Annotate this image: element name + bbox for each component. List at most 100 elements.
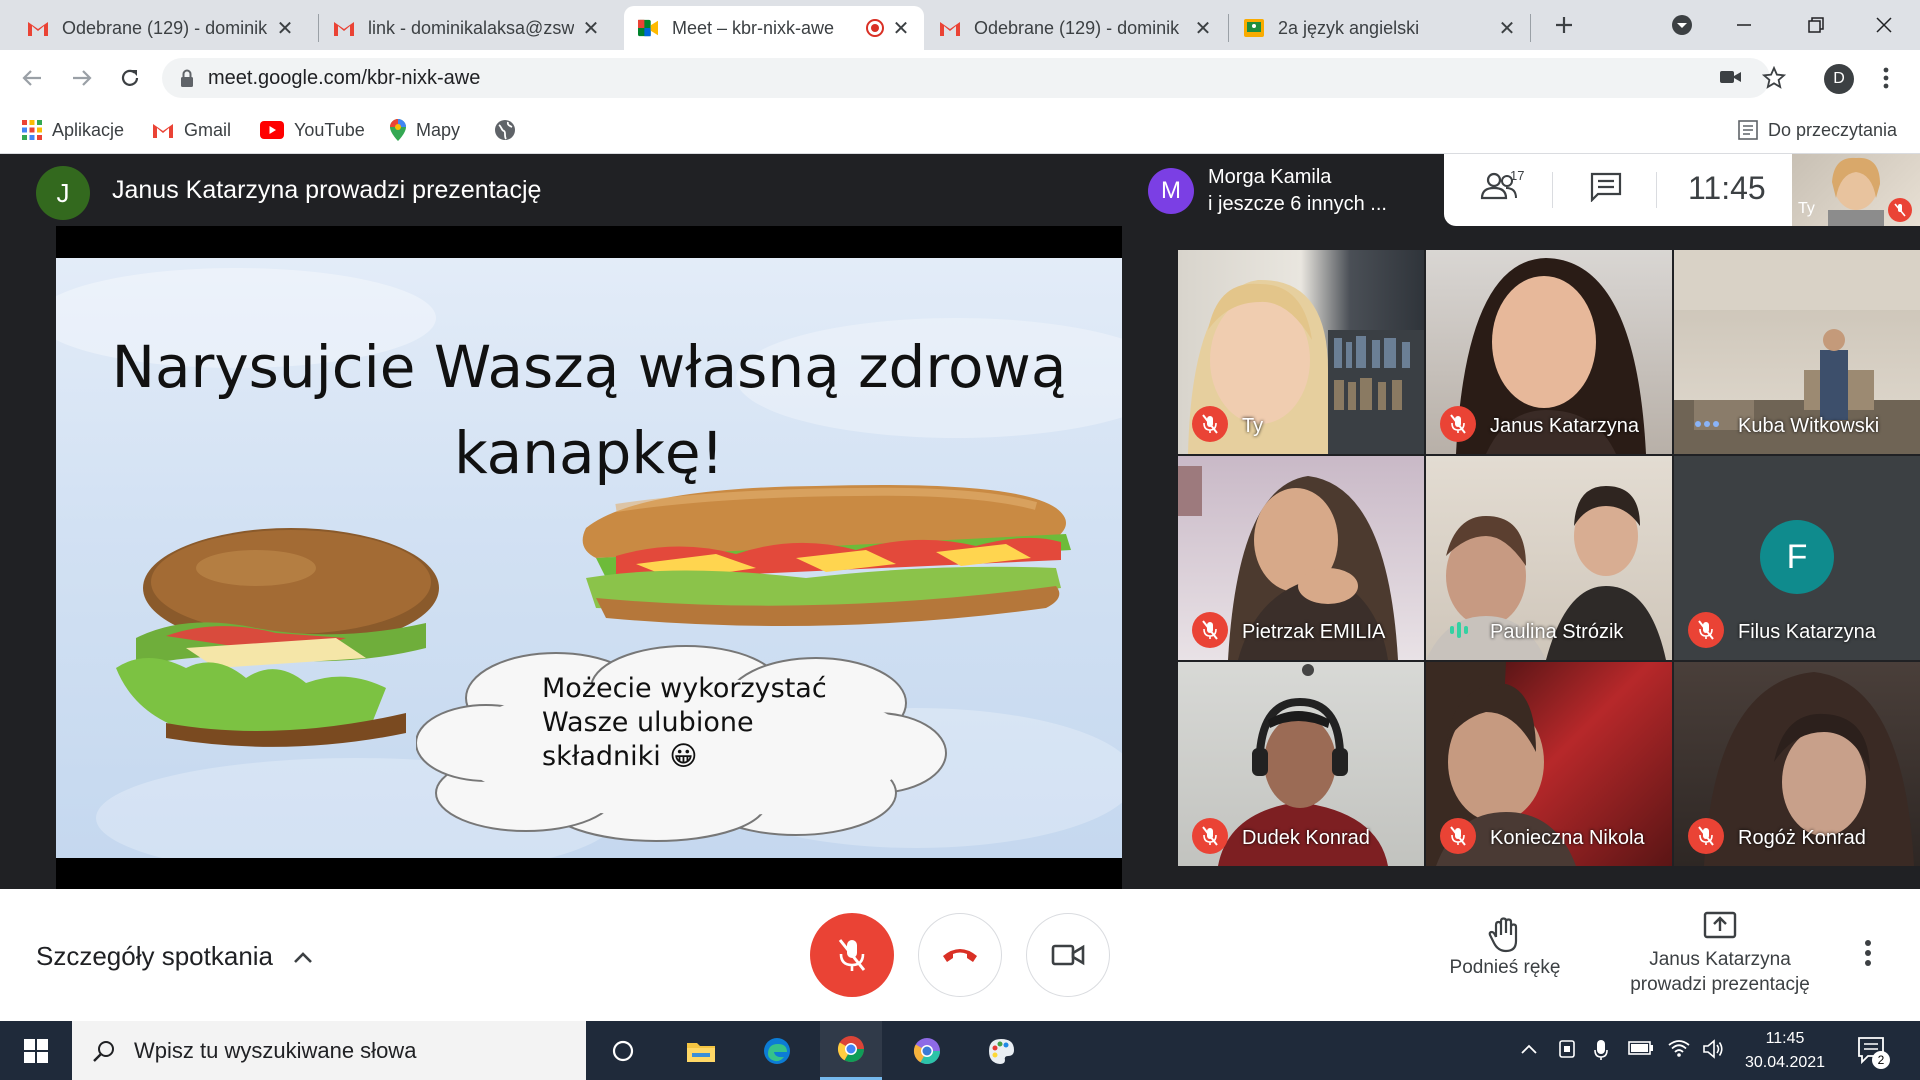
participant-name: Konieczna Nikola [1490, 827, 1645, 849]
taskbar-paint[interactable] [970, 1021, 1032, 1080]
presentation-status-button[interactable]: Janus Katarzyna prowadzi prezentację [1600, 911, 1840, 997]
meeting-clock: 11:45 [1688, 170, 1766, 206]
microphone-tray-icon[interactable] [1594, 1039, 1608, 1066]
url-text: meet.google.com/kbr-nixk-awe [208, 66, 481, 89]
more-options-button[interactable] [1864, 939, 1872, 974]
mic-off-icon [838, 939, 866, 971]
meet-icon [638, 18, 658, 38]
taskbar-chrome-2[interactable] [896, 1021, 958, 1080]
system-time: 11:45 [1765, 1030, 1805, 1047]
meet-controls-bar: Szczegóły spotkania Podnieś rękę Janus K… [0, 889, 1920, 1021]
camera-permission-icon[interactable] [1720, 68, 1742, 91]
muted-mic-icon [1192, 406, 1228, 442]
participant-name: Filus Katarzyna [1738, 621, 1876, 643]
minimize-button[interactable] [1720, 8, 1768, 42]
task-view-button[interactable] [592, 1021, 654, 1080]
self-view-thumbnail[interactable]: Ty [1792, 154, 1920, 226]
close-tab-icon[interactable]: ✕ [276, 16, 294, 41]
participant-tile[interactable]: F Filus Katarzyna [1674, 456, 1920, 660]
bookmark-gmail[interactable]: Gmail [152, 116, 231, 144]
chrome-icon [837, 1036, 865, 1063]
close-tab-icon[interactable]: ✕ [1498, 16, 1516, 41]
tab-title: Meet – kbr-nixk-awe [672, 17, 835, 38]
participants-count: 17 [1510, 168, 1525, 183]
close-window-button[interactable] [1860, 8, 1908, 42]
tab-gmail-link[interactable]: link - dominikalaksa@zsw ✕ [320, 6, 614, 50]
presenter-avatar: J [36, 166, 90, 220]
active-speaker-panel[interactable]: M Morga Kamila i jeszcze 6 innych ... [1136, 154, 1444, 226]
bookmark-youtube[interactable]: YouTube [260, 116, 365, 144]
wifi-icon[interactable] [1668, 1039, 1690, 1062]
tab-search-button[interactable] [1658, 8, 1706, 42]
participant-tile[interactable]: Konieczna Nikola [1426, 662, 1672, 866]
bookmark-apps[interactable]: Aplikacje [22, 116, 124, 144]
close-icon [1876, 17, 1892, 33]
address-bar[interactable]: meet.google.com/kbr-nixk-awe [162, 58, 1787, 98]
tab-title: 2a język angielski [1278, 17, 1420, 38]
taskbar-search-box[interactable]: Wpisz tu wyszukiwane słowa [72, 1021, 586, 1080]
globe-icon [494, 119, 516, 141]
tab-title: Odebrane (129) - dominik [62, 17, 268, 38]
volume-icon[interactable] [1702, 1039, 1724, 1064]
back-button[interactable] [16, 62, 48, 94]
tab-gmail-inbox-1[interactable]: Odebrane (129) - dominik ✕ [14, 6, 308, 50]
participant-name: Rogóż Konrad [1738, 827, 1866, 849]
taskbar-file-explorer[interactable] [670, 1021, 732, 1080]
raise-hand-label: Podnieś rękę [1449, 957, 1561, 978]
tab-classroom[interactable]: 2a język angielski ✕ [1230, 6, 1530, 50]
close-tab-icon[interactable]: ✕ [892, 16, 910, 41]
muted-mic-icon [1688, 612, 1724, 648]
bookmark-maps[interactable]: Mapy [390, 116, 460, 144]
more-vert-icon [1865, 940, 1871, 966]
taskbar-edge[interactable] [746, 1021, 808, 1080]
close-tab-icon[interactable]: ✕ [582, 16, 600, 41]
battery-icon[interactable] [1628, 1039, 1654, 1060]
paint-palette-icon [989, 1038, 1014, 1064]
participant-tile[interactable]: Janus Katarzyna [1426, 250, 1672, 454]
camera-toggle-button[interactable] [1026, 913, 1110, 997]
self-label: Ty [1798, 200, 1815, 217]
presentation-frame: Narysujcie Waszą własną zdrową kanapkę! … [56, 226, 1122, 889]
start-button[interactable] [0, 1021, 72, 1080]
close-tab-icon[interactable]: ✕ [1194, 16, 1212, 41]
chevron-up-tray-icon[interactable] [1520, 1039, 1538, 1060]
participant-tile[interactable]: Kuba Witkowski [1674, 250, 1920, 454]
chat-button[interactable] [1590, 172, 1626, 208]
browser-menu-button[interactable] [1870, 62, 1902, 94]
meet-tray-icon[interactable] [1558, 1039, 1576, 1064]
participant-tile[interactable]: Dudek Konrad [1178, 662, 1424, 866]
leave-call-button[interactable] [918, 913, 1002, 997]
presenter-title: Janus Katarzyna prowadzi prezentację [112, 176, 542, 204]
tab-gmail-inbox-2[interactable]: Odebrane (129) - dominik ✕ [926, 6, 1226, 50]
participant-tile[interactable]: Pietrzak EMILIA [1178, 456, 1424, 660]
participant-name: Ty [1242, 415, 1264, 437]
restore-button[interactable] [1792, 8, 1840, 42]
speaker-names: Morga Kamila i jeszcze 6 innych ... [1208, 164, 1387, 218]
raise-hand-button[interactable]: Podnieś rękę [1430, 917, 1580, 979]
participant-initial-avatar: F [1760, 520, 1834, 594]
bookmark-star-icon[interactable] [1761, 65, 1787, 95]
taskbar-chrome[interactable] [820, 1021, 882, 1080]
reading-list-icon [1738, 120, 1758, 140]
muted-mic-icon [1440, 818, 1476, 854]
reading-list-button[interactable]: Do przeczytania [1738, 116, 1897, 144]
participant-tile[interactable]: Paulina Strózik [1426, 456, 1672, 660]
meeting-details-button[interactable]: Szczegóły spotkania [36, 941, 313, 972]
meet-top-controls: 17 11:45 [1444, 154, 1792, 226]
taskbar-search-placeholder: Wpisz tu wyszukiwane słowa [134, 1037, 417, 1063]
system-clock[interactable]: 11:45 30.04.2021 [1740, 1027, 1830, 1075]
youtube-icon [260, 121, 284, 139]
cortana-circle-icon [612, 1040, 634, 1061]
speaker-avatar: M [1148, 168, 1194, 214]
profile-avatar[interactable]: D [1824, 64, 1854, 94]
bookmark-globe[interactable] [494, 116, 526, 144]
new-tab-button[interactable] [1540, 8, 1588, 42]
bookmark-label: Aplikacje [52, 119, 125, 140]
participant-tile[interactable]: Ty [1178, 250, 1424, 454]
notifications-button[interactable]: 2 [1856, 1035, 1890, 1069]
microphone-toggle-button[interactable] [810, 913, 894, 997]
reload-button[interactable] [114, 62, 146, 94]
participant-tile[interactable]: Rogóż Konrad [1674, 662, 1920, 866]
tab-meet[interactable]: Meet – kbr-nixk-awe ✕ [624, 6, 924, 50]
forward-button[interactable] [66, 62, 98, 94]
